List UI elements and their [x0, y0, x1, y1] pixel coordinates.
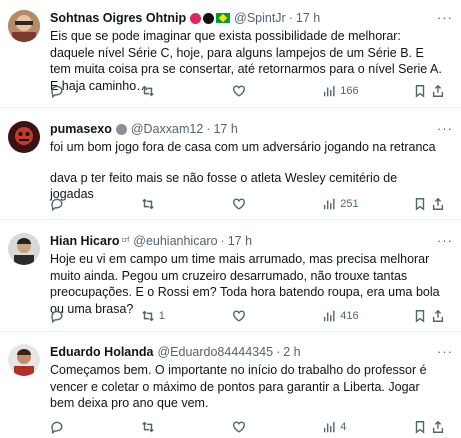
bookmark-share-group [413, 309, 445, 323]
tweet[interactable]: pumasexo @Daxxam12 · 17 h ··· foi um bom… [0, 109, 461, 220]
tweet-actions: 166 [50, 83, 445, 99]
tweet[interactable]: Eduardo Holanda @Eduardo84444345 · 2 h ·… [0, 333, 461, 438]
views-count: 251 [340, 198, 359, 210]
handle[interactable]: @euhianhicaro [133, 233, 217, 249]
like-icon [232, 310, 245, 322]
views-count: 416 [340, 310, 359, 322]
tweet-paragraph: Começamos bem. O importante no início do… [50, 363, 427, 410]
retweet-icon [142, 198, 154, 210]
share-icon[interactable] [431, 197, 445, 211]
tweet-actions: 251 [50, 196, 445, 212]
tweet[interactable]: Hian Hicaro crf @euhianhicaro · 17 h ···… [0, 221, 461, 332]
display-name[interactable]: Eduardo Holanda [50, 344, 153, 360]
tweet-header: Eduardo Holanda @Eduardo84444345 · 2 h [50, 344, 441, 360]
bookmark-share-group [413, 420, 445, 434]
tweet-header: Hian Hicaro crf @euhianhicaro · 17 h [50, 233, 441, 249]
tweet-header: Sohtnas Oigres Ohtnip @SpintJr · 17 h [50, 10, 441, 26]
like-button[interactable] [232, 309, 272, 323]
retweet-count: 1 [158, 310, 165, 322]
reply-icon [51, 310, 63, 323]
separator-dot: · [206, 122, 211, 136]
timestamp[interactable]: 17 h [213, 121, 237, 137]
reply-button[interactable] [50, 420, 90, 434]
avatar-image [8, 121, 40, 153]
like-button[interactable] [232, 197, 272, 211]
avatar-image [8, 344, 40, 376]
avatar-image [8, 10, 40, 42]
tweet-actions: 4 [50, 419, 445, 435]
views-icon [324, 85, 335, 97]
red-circle-icon [190, 12, 202, 24]
reply-icon [51, 421, 63, 434]
retweet-icon [142, 421, 154, 433]
like-button[interactable] [232, 84, 272, 98]
views-count: 166 [340, 85, 359, 97]
tweet[interactable]: Sohtnas Oigres Ohtnip @SpintJr · 17 h ··… [0, 0, 461, 108]
avatar[interactable] [8, 121, 40, 153]
timestamp[interactable]: 17 h [228, 233, 252, 249]
more-options-button[interactable]: ··· [437, 344, 453, 360]
display-name[interactable]: Sohtnas Oigres Ohtnip [50, 10, 186, 26]
reply-button[interactable] [50, 84, 90, 98]
bookmark-icon[interactable] [413, 197, 427, 211]
bookmark-share-group [413, 197, 445, 211]
reply-icon [51, 198, 63, 211]
views-icon [324, 198, 335, 210]
views-button[interactable]: 166 [322, 84, 362, 98]
avatar[interactable] [8, 233, 40, 265]
horror-face-icon [115, 123, 127, 135]
like-icon [232, 198, 245, 210]
views-button[interactable]: 4 [322, 420, 362, 434]
timestamp[interactable]: 2 h [283, 344, 300, 360]
handle[interactable]: @Eduardo84444345 [157, 344, 273, 360]
share-icon[interactable] [431, 420, 445, 434]
avatar-image [8, 233, 40, 265]
tweet-text: Começamos bem. O importante no início do… [50, 362, 443, 412]
separator-dot: · [276, 345, 281, 359]
like-icon [232, 85, 245, 97]
bookmark-share-group [413, 84, 445, 98]
avatar[interactable] [8, 344, 40, 376]
crf-badge: crf [121, 237, 130, 244]
tweet-paragraph: foi um bom jogo fora de casa com um adve… [50, 140, 436, 154]
bookmark-icon[interactable] [413, 309, 427, 323]
retweet-button[interactable]: 1 [141, 309, 181, 323]
retweet-icon [142, 85, 154, 97]
views-icon [324, 421, 335, 433]
tweet-text: foi um bom jogo fora de casa com um adve… [50, 139, 443, 203]
like-button[interactable] [232, 420, 272, 434]
reply-icon [51, 85, 63, 98]
more-options-button[interactable]: ··· [437, 10, 453, 26]
share-icon[interactable] [431, 84, 445, 98]
share-icon[interactable] [431, 309, 445, 323]
bookmark-icon[interactable] [413, 420, 427, 434]
avatar[interactable] [8, 10, 40, 42]
more-options-button[interactable]: ··· [437, 233, 453, 249]
views-icon [324, 310, 335, 322]
display-name[interactable]: Hian Hicaro [50, 233, 119, 249]
retweet-icon [142, 310, 154, 322]
like-icon [232, 421, 245, 433]
separator-dot: · [288, 11, 293, 25]
bookmark-icon[interactable] [413, 84, 427, 98]
handle[interactable]: @SpintJr [234, 10, 286, 26]
timestamp[interactable]: 17 h [296, 10, 320, 26]
handle[interactable]: @Daxxam12 [131, 121, 203, 137]
views-button[interactable]: 416 [322, 309, 362, 323]
tweet-feed: Sohtnas Oigres Ohtnip @SpintJr · 17 h ··… [0, 0, 461, 438]
reply-button[interactable] [50, 309, 90, 323]
views-button[interactable]: 251 [322, 197, 362, 211]
brazil-flag-icon [216, 13, 231, 23]
more-options-button[interactable]: ··· [437, 121, 453, 137]
views-count: 4 [340, 421, 347, 433]
reply-button[interactable] [50, 197, 90, 211]
tweet-actions: 1 416 [50, 308, 445, 324]
separator-dot: · [220, 234, 225, 248]
black-circle-icon [203, 12, 215, 24]
display-name[interactable]: pumasexo [50, 121, 112, 137]
retweet-button[interactable] [141, 197, 181, 211]
retweet-button[interactable] [141, 84, 181, 98]
retweet-button[interactable] [141, 420, 181, 434]
tweet-header: pumasexo @Daxxam12 · 17 h [50, 121, 441, 137]
